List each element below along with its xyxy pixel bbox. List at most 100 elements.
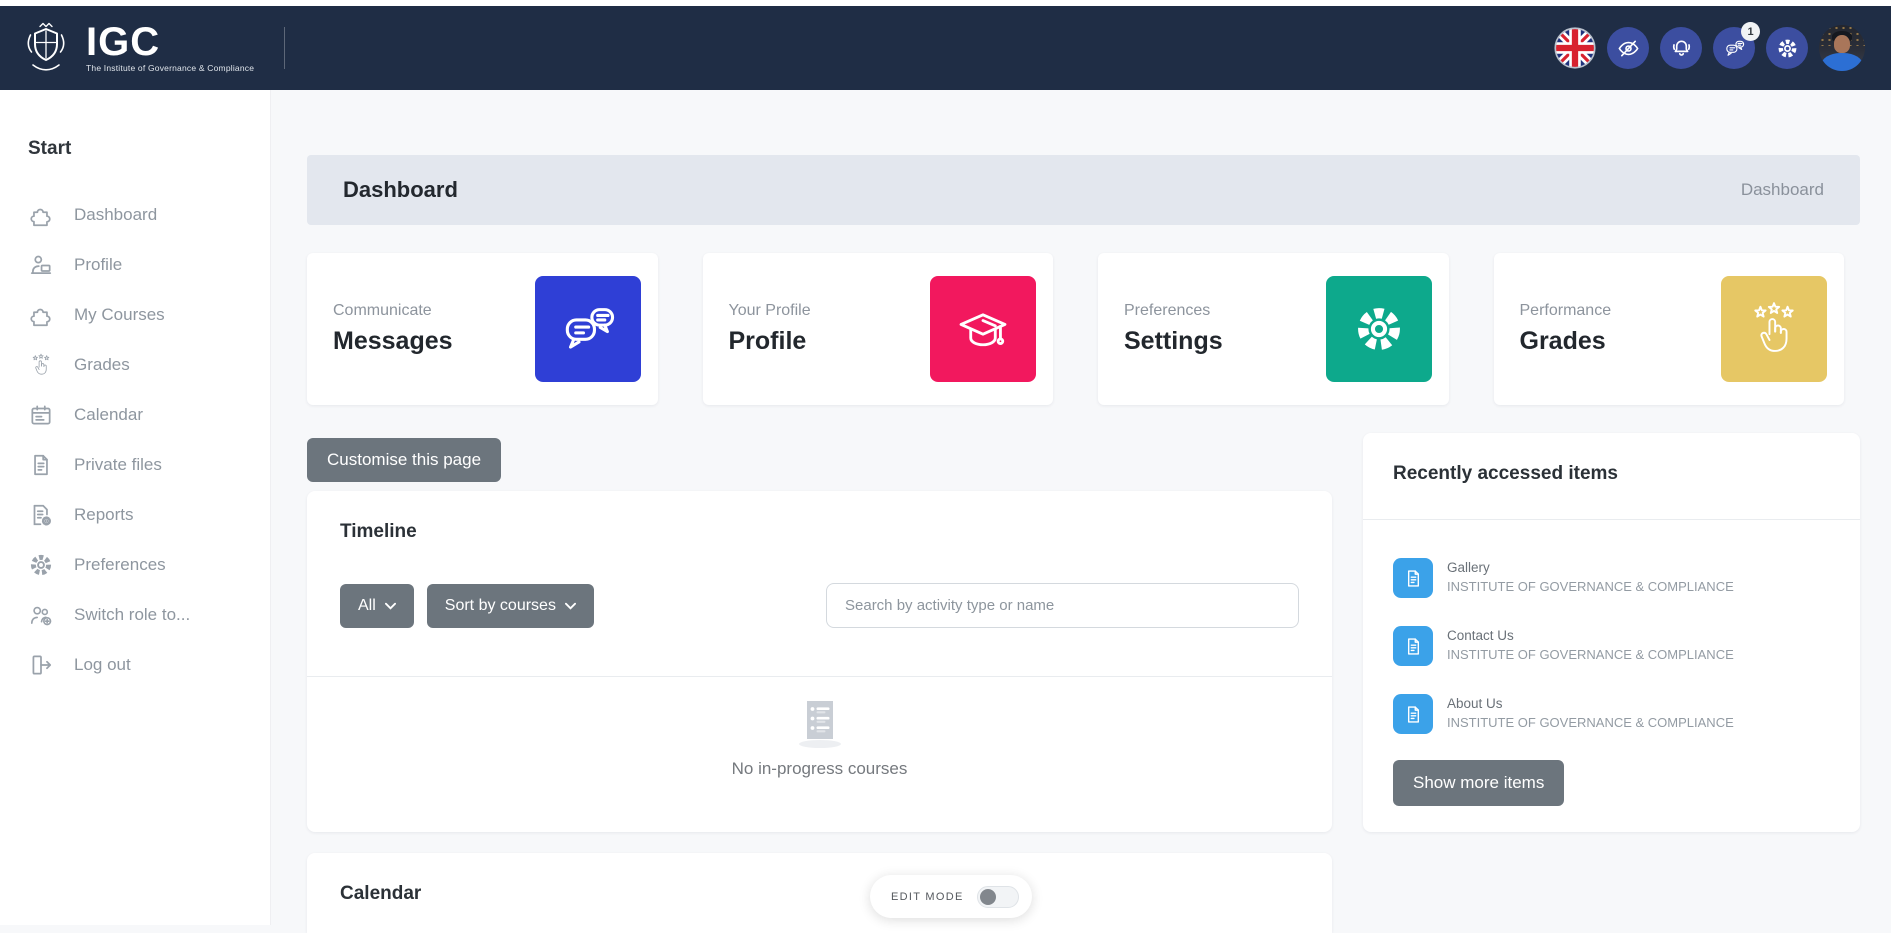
card-settings[interactable]: Preferences Settings xyxy=(1098,253,1449,405)
calendar-heading: Calendar xyxy=(340,883,1299,905)
divider xyxy=(1363,519,1860,520)
sidebar-item-private-files[interactable]: Private files xyxy=(28,440,260,490)
chat-bubbles-icon xyxy=(535,276,641,382)
graduation-cap-icon xyxy=(930,276,1036,382)
sidebar-item-reports[interactable]: Reports xyxy=(28,490,260,540)
card-profile[interactable]: Your Profile Profile xyxy=(703,253,1054,405)
card-title: Messages xyxy=(333,327,453,356)
filter-label: All xyxy=(358,597,376,615)
card-messages[interactable]: Communicate Messages xyxy=(307,253,658,405)
edit-mode-pill: EDIT MODE xyxy=(870,875,1032,918)
document-icon xyxy=(1393,626,1433,666)
sidebar-item-label: Switch role to... xyxy=(74,605,190,625)
document-icon xyxy=(28,452,54,478)
gear-icon xyxy=(28,552,54,578)
card-grades[interactable]: Performance Grades xyxy=(1494,253,1845,405)
people-plus-icon xyxy=(28,602,54,628)
timeline-heading: Timeline xyxy=(340,521,1299,543)
timeline-sort-button[interactable]: Sort by courses xyxy=(427,584,594,628)
customise-page-button[interactable]: Customise this page xyxy=(307,438,501,482)
page-title: Dashboard xyxy=(343,177,458,203)
sidebar-item-profile[interactable]: Profile xyxy=(28,240,260,290)
sidebar-item-label: My Courses xyxy=(74,305,165,325)
sidebar-item-label: Grades xyxy=(74,355,130,375)
timeline-filter-button[interactable]: All xyxy=(340,584,414,628)
logout-icon xyxy=(28,652,54,678)
messages-button[interactable]: 1 xyxy=(1713,27,1755,69)
sidebar-item-label: Private files xyxy=(74,455,162,475)
calendar-block: Calendar xyxy=(307,853,1332,933)
uk-flag-icon xyxy=(1554,27,1596,69)
navbar-actions: 1 xyxy=(1554,25,1865,71)
edit-mode-label: EDIT MODE xyxy=(891,891,964,903)
timeline-block: Timeline All Sort by courses No in-progr… xyxy=(307,491,1332,832)
breadcrumb[interactable]: Dashboard xyxy=(1741,180,1824,200)
document-icon xyxy=(1393,694,1433,734)
card-title: Profile xyxy=(729,327,811,356)
chat-bubbles-icon xyxy=(1723,37,1746,60)
sidebar-item-log-out[interactable]: Log out xyxy=(28,640,260,690)
sidebar-item-my-courses[interactable]: My Courses xyxy=(28,290,260,340)
sidebar-item-switch-role[interactable]: Switch role to... xyxy=(28,590,260,640)
chevron-down-icon xyxy=(565,602,576,610)
navbar: IGC The Institute of Governance & Compli… xyxy=(0,6,1891,90)
shortcut-cards: Communicate Messages Your Profile Profil… xyxy=(307,253,1844,405)
stars-hand-icon xyxy=(28,352,54,378)
brand-name: IGC xyxy=(86,23,254,61)
card-title: Grades xyxy=(1520,327,1612,356)
brand-logo[interactable]: IGC The Institute of Governance & Compli… xyxy=(18,20,254,76)
recently-accessed-heading: Recently accessed items xyxy=(1393,463,1830,485)
user-avatar[interactable] xyxy=(1819,25,1865,71)
divider xyxy=(307,676,1332,677)
calendar-icon xyxy=(28,402,54,428)
sidebar-item-grades[interactable]: Grades xyxy=(28,340,260,390)
timeline-empty-state: No in-progress courses xyxy=(340,697,1299,779)
page-header-bar: Dashboard Dashboard xyxy=(307,155,1860,225)
sidebar-item-label: Profile xyxy=(74,255,122,275)
recent-item-about-us[interactable]: About Us INSTITUTE OF GOVERNANCE & COMPL… xyxy=(1393,694,1830,734)
sidebar-item-dashboard[interactable]: Dashboard xyxy=(28,190,260,240)
card-subtitle: Preferences xyxy=(1124,302,1223,320)
stars-hand-icon xyxy=(1721,276,1827,382)
sidebar-heading: Start xyxy=(28,138,260,160)
list-page-icon xyxy=(792,697,848,749)
person-desk-icon xyxy=(28,252,54,278)
document-icon xyxy=(1393,558,1433,598)
card-subtitle: Performance xyxy=(1520,302,1612,320)
accessibility-button[interactable] xyxy=(1607,27,1649,69)
card-subtitle: Communicate xyxy=(333,302,453,320)
igc-crest-icon xyxy=(18,20,74,76)
report-gear-icon xyxy=(28,502,54,528)
sidebar-item-label: Preferences xyxy=(74,555,166,575)
timeline-search-input[interactable] xyxy=(826,583,1299,628)
sidebar-item-preferences[interactable]: Preferences xyxy=(28,540,260,590)
sidebar-item-label: Calendar xyxy=(74,405,143,425)
edit-mode-toggle[interactable] xyxy=(977,886,1019,908)
recent-item-contact-us[interactable]: Contact Us INSTITUTE OF GOVERNANCE & COM… xyxy=(1393,626,1830,666)
card-title: Settings xyxy=(1124,327,1223,356)
chevron-down-icon xyxy=(385,602,396,610)
sort-label: Sort by courses xyxy=(445,597,556,615)
settings-button[interactable] xyxy=(1766,27,1808,69)
eye-off-icon xyxy=(1617,37,1640,60)
brand-tagline: The Institute of Governance & Compliance xyxy=(86,63,254,73)
gear-icon xyxy=(1326,276,1432,382)
recent-item-subtitle: INSTITUTE OF GOVERNANCE & COMPLIANCE xyxy=(1447,647,1734,662)
recently-accessed-block: Recently accessed items Gallery INSTITUT… xyxy=(1363,433,1860,832)
sidebar: Start Dashboard Profile My Courses Grade… xyxy=(0,90,271,925)
puzzle-icon xyxy=(28,202,54,228)
show-more-items-button[interactable]: Show more items xyxy=(1393,760,1564,806)
gear-icon xyxy=(1776,37,1799,60)
messages-badge: 1 xyxy=(1741,22,1760,41)
toggle-knob xyxy=(980,889,996,905)
sidebar-item-label: Reports xyxy=(74,505,134,525)
puzzle-icon xyxy=(28,302,54,328)
card-subtitle: Your Profile xyxy=(729,302,811,320)
notifications-button[interactable] xyxy=(1660,27,1702,69)
sidebar-item-label: Log out xyxy=(74,655,131,675)
recent-item-title: Contact Us xyxy=(1447,628,1734,643)
sidebar-item-calendar[interactable]: Calendar xyxy=(28,390,260,440)
recent-item-gallery[interactable]: Gallery INSTITUTE OF GOVERNANCE & COMPLI… xyxy=(1393,558,1830,598)
language-button[interactable] xyxy=(1554,27,1596,69)
recent-item-title: Gallery xyxy=(1447,560,1734,575)
